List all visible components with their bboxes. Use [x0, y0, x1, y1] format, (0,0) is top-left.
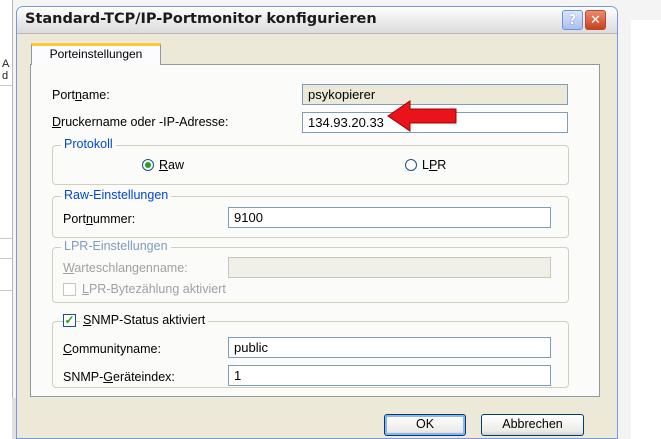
cancel-button[interactable]: Abbrechen	[481, 414, 584, 436]
background-divider	[0, 238, 12, 239]
help-icon: ?	[568, 12, 577, 28]
protocol-lpr-label: LPR	[422, 158, 447, 172]
background-divider	[0, 258, 12, 259]
community-name-label: Communityname:	[63, 342, 161, 356]
lpr-bytecount-label: LPR-Bytezählung aktiviert	[82, 282, 226, 296]
cancel-button-label: Abbrechen	[502, 417, 563, 431]
background-text: A	[2, 58, 10, 70]
snmp-group: ✓ SNMP-Status aktiviert Communityname: p…	[52, 313, 569, 388]
red-arrow-icon	[387, 100, 457, 132]
community-name-field[interactable]: public	[228, 337, 551, 358]
background-divider	[0, 290, 12, 291]
raw-settings-group: Raw-Einstellungen Portnummer: 9100	[52, 188, 569, 238]
port-settings-panel: Portname: psykopierer Druckername oder -…	[30, 64, 600, 397]
device-index-label: SNMP-Geräteindex:	[63, 370, 175, 384]
radio-unselected-icon[interactable]	[405, 159, 417, 171]
dialog-titlebar[interactable]: Standard-TCP/IP-Portmonitor konfiguriere…	[17, 7, 617, 34]
port-name-label: Portname:	[52, 88, 110, 102]
background-window-right	[631, 20, 661, 439]
background-divider	[0, 85, 12, 86]
background-window: A d	[0, 0, 13, 439]
ok-button[interactable]: OK	[384, 414, 466, 436]
tcpip-port-dialog: Standard-TCP/IP-Portmonitor konfiguriere…	[16, 6, 618, 439]
dialog-title: Standard-TCP/IP-Portmonitor konfiguriere…	[25, 11, 377, 27]
ok-button-label: OK	[415, 417, 435, 431]
protocol-group-title: Protokoll	[61, 137, 116, 151]
tab-label: Porteinstellungen	[49, 47, 143, 61]
checkmark-icon: ✓	[64, 313, 75, 327]
close-button[interactable]: ✕	[585, 10, 606, 30]
tab-port-settings[interactable]: Porteinstellungen	[31, 43, 161, 65]
device-index-field[interactable]: 1	[228, 365, 551, 386]
port-number-value: 9100	[234, 210, 263, 225]
protocol-lpr-option[interactable]: LPR	[405, 158, 446, 172]
community-name-value: public	[234, 340, 268, 355]
lpr-bytecount-checkbox[interactable]	[63, 283, 76, 296]
protocol-group: Protokoll Raw LPR	[52, 137, 569, 185]
queue-name-label: Warteschlangenname:	[63, 261, 188, 275]
protocol-raw-option[interactable]: Raw	[142, 158, 184, 172]
snmp-enabled-label: SNMP-Status aktiviert	[80, 313, 209, 327]
protocol-raw-label: Raw	[159, 158, 185, 172]
help-button[interactable]: ?	[562, 10, 583, 30]
device-index-value: 1	[234, 368, 242, 383]
radio-selected-icon[interactable]	[142, 159, 154, 171]
raw-settings-title: Raw-Einstellungen	[61, 188, 172, 202]
printer-address-value: 134.93.20.33	[308, 115, 384, 130]
queue-name-field[interactable]	[228, 257, 551, 278]
close-icon: ✕	[590, 12, 601, 28]
port-number-field[interactable]: 9100	[228, 207, 551, 228]
printer-address-label: Druckername oder -IP-Adresse:	[52, 115, 229, 129]
snmp-enabled-checkbox[interactable]: ✓	[63, 314, 76, 327]
lpr-settings-group: LPR-Einstellungen Warteschlangenname: LP…	[52, 239, 569, 303]
port-number-label: Portnummer:	[63, 212, 136, 226]
lpr-settings-title: LPR-Einstellungen	[61, 239, 171, 253]
background-text: d	[2, 70, 9, 82]
port-name-value: psykopierer	[308, 87, 376, 102]
